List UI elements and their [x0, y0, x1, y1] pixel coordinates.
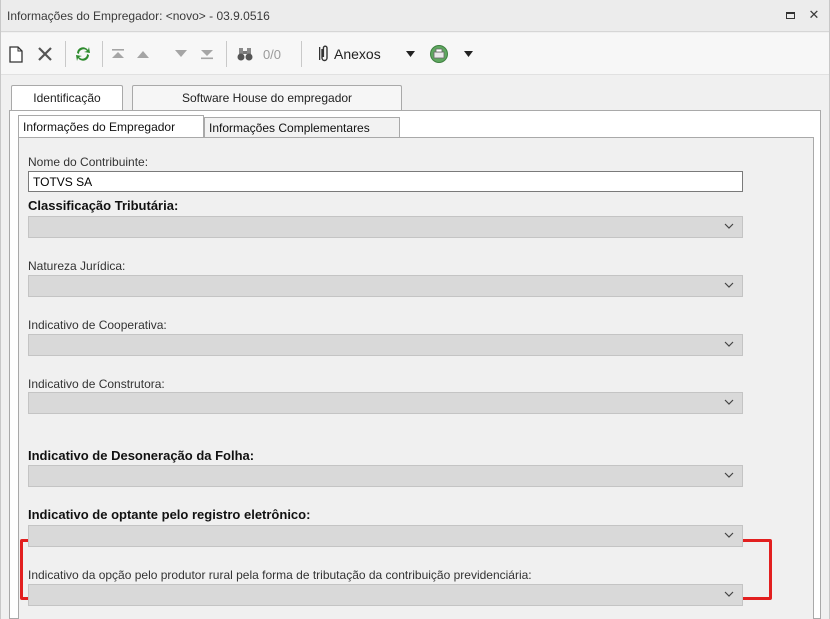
toolbar-separator: [65, 41, 66, 67]
classificacao-label: Classificação Tributária:: [28, 198, 179, 213]
attachments-dropdown-icon[interactable]: [403, 43, 417, 65]
chevron-down-icon: [724, 223, 734, 229]
classificacao-select[interactable]: [28, 216, 743, 238]
record-counter: 0/0: [262, 46, 282, 62]
window-title: Informações do Empregador: <novo> - 03.9…: [7, 9, 270, 23]
restore-window-icon[interactable]: [783, 8, 797, 22]
registro-eletronico-select[interactable]: [28, 525, 743, 547]
chevron-down-icon: [724, 399, 734, 405]
chevron-down-icon: [724, 591, 734, 597]
employer-info-window: Informações do Empregador: <novo> - 03.9…: [0, 0, 830, 619]
produtor-rural-label: Indicativo da opção pelo produtor rural …: [28, 568, 532, 582]
contribuinte-name-input[interactable]: TOTVS SA: [28, 171, 743, 192]
next-record-icon[interactable]: [172, 43, 190, 65]
toolbar-separator: [226, 41, 227, 67]
globe-print-icon[interactable]: [427, 43, 451, 65]
delete-icon[interactable]: [35, 43, 55, 65]
tab-identificacao[interactable]: Identificação: [11, 85, 123, 111]
first-record-icon[interactable]: [109, 43, 127, 65]
desoneracao-select[interactable]: [28, 465, 743, 487]
produtor-rural-select[interactable]: [28, 584, 743, 606]
more-dropdown-icon[interactable]: [461, 43, 475, 65]
toolbar: 0/0 Anexos: [1, 33, 829, 75]
new-document-icon[interactable]: [7, 43, 25, 65]
content-area: Identificação Software House do empregad…: [1, 76, 829, 619]
chevron-down-icon: [724, 472, 734, 478]
binoculars-search-icon[interactable]: [234, 43, 256, 65]
chevron-down-icon: [724, 341, 734, 347]
tab-informacoes-empregador[interactable]: Informações do Empregador: [18, 115, 204, 137]
contribuinte-label: Nome do Contribuinte:: [28, 155, 149, 169]
previous-record-icon[interactable]: [134, 43, 152, 65]
tab-informacoes-complementares[interactable]: Informações Complementares: [204, 117, 400, 137]
construtora-label: Indicativo de Construtora:: [28, 377, 165, 391]
outer-tab-panel: Informações do Empregador Informações Co…: [9, 110, 821, 619]
cooperativa-select[interactable]: [28, 334, 743, 356]
toolbar-separator: [301, 41, 302, 67]
toolbar-separator: [102, 41, 103, 67]
attachments-button[interactable]: Anexos: [334, 43, 396, 65]
registro-eletronico-label: Indicativo de optante pelo registro elet…: [28, 507, 311, 522]
chevron-down-icon: [724, 532, 734, 538]
paperclip-icon[interactable]: [313, 43, 335, 65]
natureza-label: Natureza Jurídica:: [28, 259, 126, 273]
tab-software-house[interactable]: Software House do empregador: [132, 85, 402, 111]
natureza-select[interactable]: [28, 275, 743, 297]
desoneracao-label: Indicativo de Desoneração da Folha:: [28, 448, 255, 463]
construtora-select[interactable]: [28, 392, 743, 414]
close-window-icon[interactable]: ✕: [807, 7, 821, 22]
title-bar: Informações do Empregador: <novo> - 03.9…: [1, 0, 829, 32]
refresh-icon[interactable]: [72, 43, 94, 65]
window-controls: ✕: [783, 7, 821, 22]
chevron-down-icon: [724, 282, 734, 288]
cooperativa-label: Indicativo de Cooperativa:: [28, 318, 167, 332]
last-record-icon[interactable]: [198, 43, 216, 65]
employer-form: Nome do Contribuinte: TOTVS SA Classific…: [18, 137, 814, 619]
